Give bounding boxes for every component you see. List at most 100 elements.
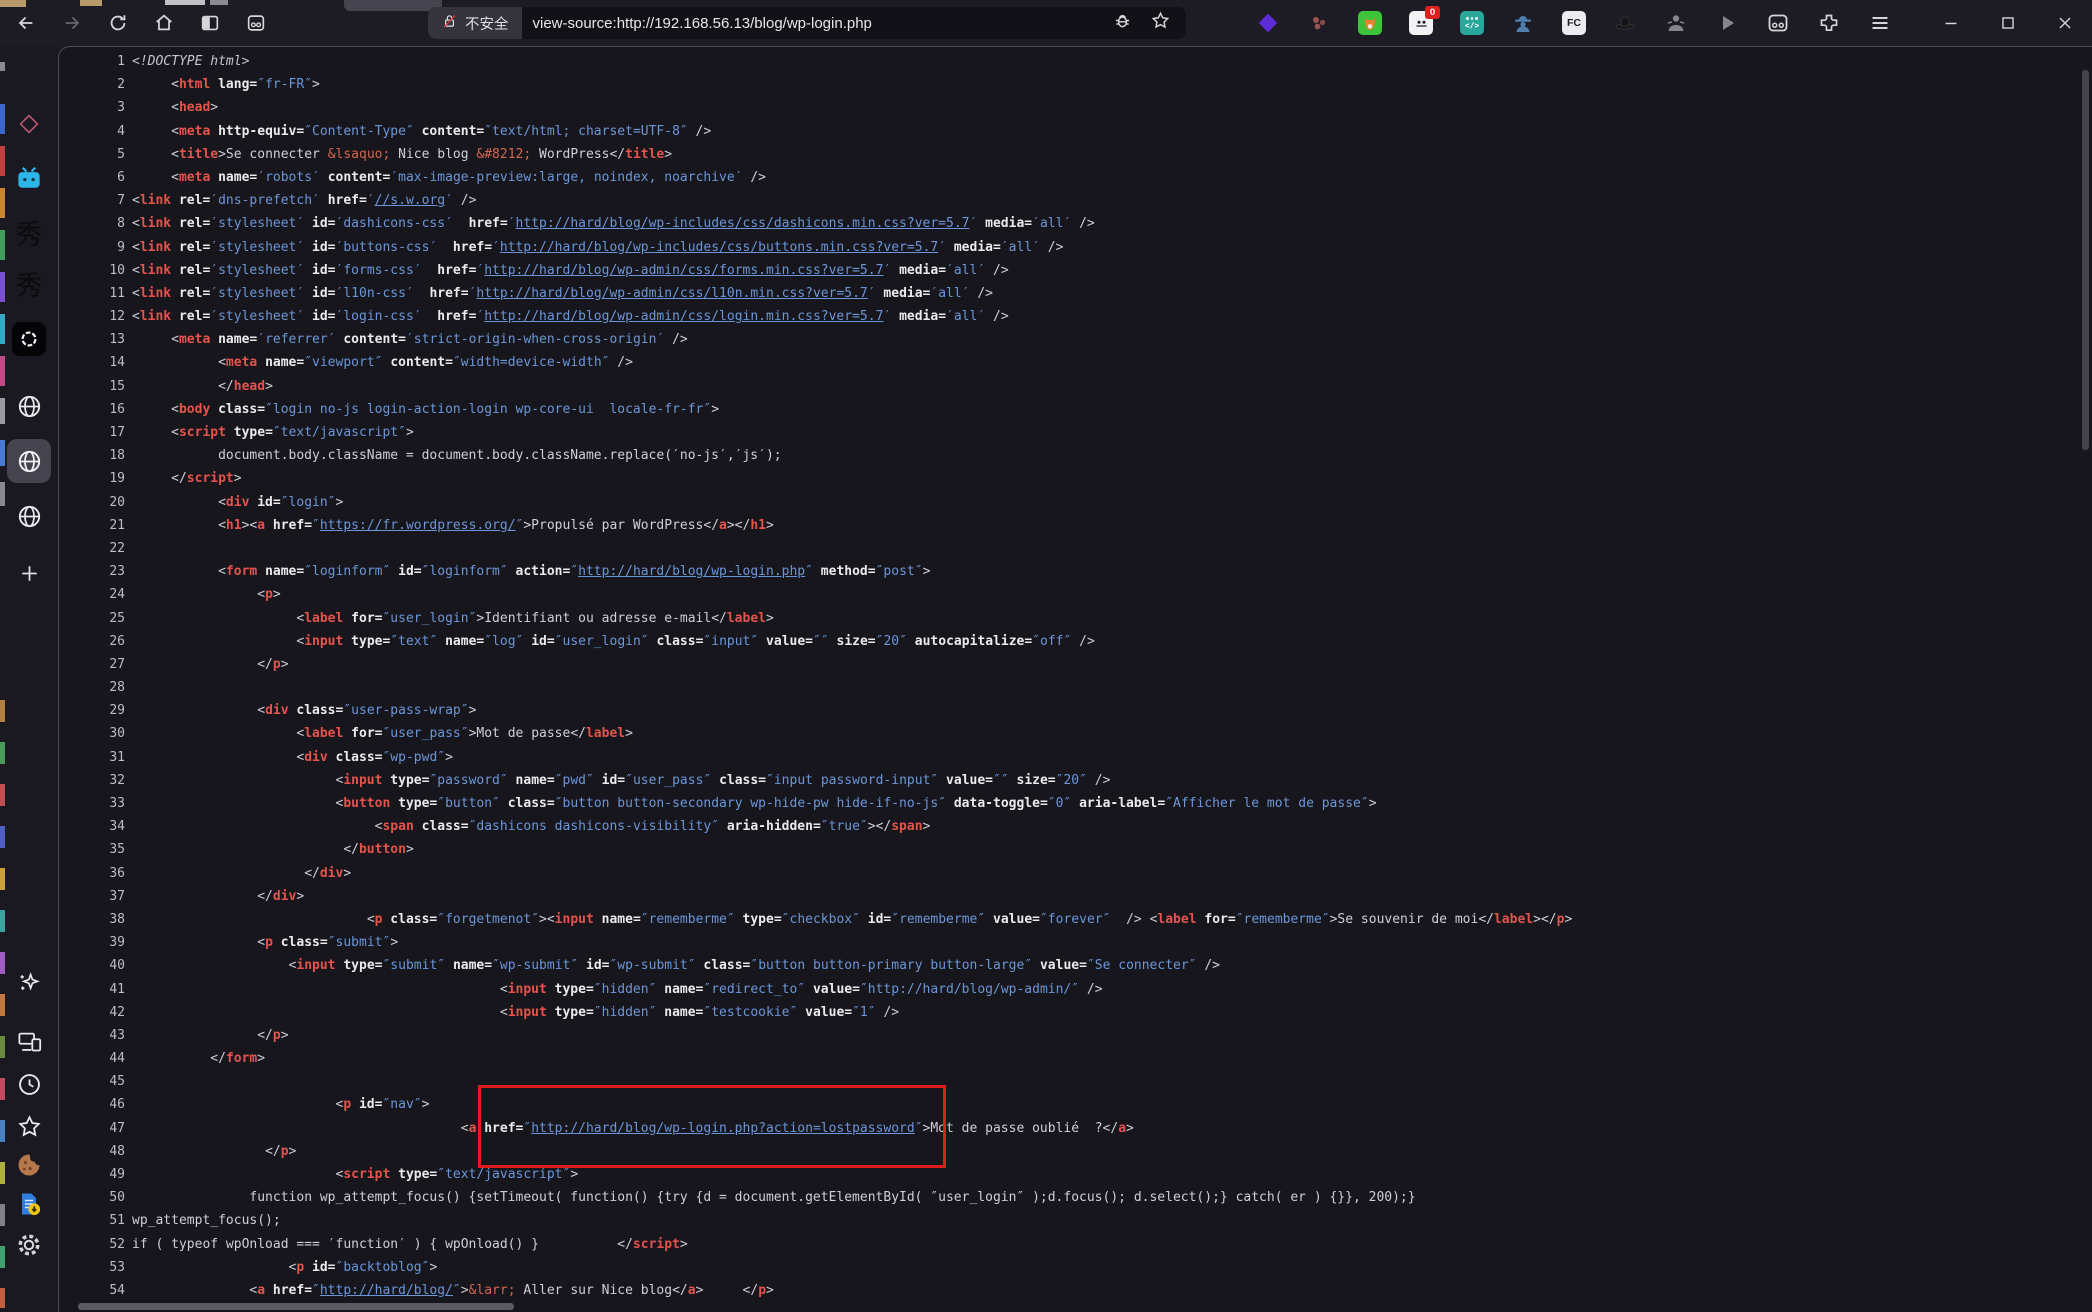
- source-line: 50 function wp_attempt_focus() {setTimeo…: [59, 1186, 2092, 1209]
- line-number: 46: [59, 1093, 132, 1116]
- source-line: 13 <meta name=′referrer′ content=′strict…: [59, 328, 2092, 351]
- source-line: 24 <p>: [59, 583, 2092, 606]
- favicon-sliver: [0, 104, 5, 134]
- source-line: 47 <a href=″http://hard/blog/wp-login.ph…: [59, 1117, 2092, 1140]
- ext-spy-icon[interactable]: [1511, 11, 1535, 35]
- source-line: 37 </div>: [59, 885, 2092, 908]
- bookmark-star-icon[interactable]: [1150, 10, 1171, 36]
- url-text[interactable]: view-source:http://192.168.56.13/blog/wp…: [533, 15, 872, 32]
- sidebar-history-icon[interactable]: [7, 1062, 51, 1106]
- line-number: 19: [59, 467, 132, 490]
- firefox-view-icon[interactable]: [1766, 11, 1790, 35]
- sidebar-tab-globe-1[interactable]: [7, 384, 51, 428]
- line-number: 52: [59, 1233, 132, 1256]
- source-line: 49 <script type=″text/javascript″>: [59, 1163, 2092, 1186]
- sidebar-bookmarks-icon[interactable]: [7, 1104, 51, 1148]
- ext-foxyproxy-icon[interactable]: 0: [1358, 11, 1382, 35]
- sidebar-devices-icon[interactable]: [7, 1019, 51, 1063]
- source-link[interactable]: http://hard/blog/: [320, 1283, 453, 1298]
- line-number: 28: [59, 676, 132, 699]
- line-number: 45: [59, 1070, 132, 1093]
- horizontal-scrollbar[interactable]: [78, 1303, 514, 1310]
- source-line: 36 </div>: [59, 862, 2092, 885]
- ext-wappalyzer-icon[interactable]: 0: [1409, 11, 1433, 35]
- line-number: 18: [59, 444, 132, 467]
- back-button[interactable]: [14, 7, 38, 39]
- source-line: 54 <a href=″http://hard/blog/″>&larr; Al…: [59, 1279, 2092, 1302]
- favicon-sliver: [0, 272, 5, 302]
- tabstrip-fragment: [0, 0, 26, 7]
- ext-paw-dots-icon[interactable]: [1307, 11, 1331, 35]
- browser-toolbar: 不安全 view-source:http://192.168.56.13/blo…: [0, 0, 2092, 46]
- security-chip[interactable]: 不安全: [428, 7, 522, 39]
- source-link[interactable]: http://hard/blog/wp-login.php: [578, 564, 805, 579]
- ext-play-icon[interactable]: [1715, 11, 1739, 35]
- line-number: 32: [59, 769, 132, 792]
- source-line: 27 </p>: [59, 653, 2092, 676]
- sidebar-settings-gear-icon[interactable]: [7, 1223, 51, 1267]
- line-number: 3: [59, 96, 132, 119]
- sidebar-cookie-icon[interactable]: [7, 1143, 51, 1187]
- source-line: 53 <p id=″backtoblog″>: [59, 1256, 2092, 1279]
- vertical-tab-sidebar: 秀 秀: [0, 46, 58, 1312]
- source-line: 46 <p id=″nav″>: [59, 1093, 2092, 1116]
- source-line: 12<link rel=′stylesheet′ id=′login-css′ …: [59, 305, 2092, 328]
- line-number: 12: [59, 305, 132, 328]
- source-link[interactable]: https://fr.wordpress.org/: [320, 518, 516, 533]
- forward-button[interactable]: [60, 7, 84, 39]
- maximize-button[interactable]: [1979, 0, 2036, 46]
- favicon-sliver: [0, 784, 5, 806]
- ext-code-tools-icon[interactable]: </>: [1460, 11, 1484, 35]
- minimize-button[interactable]: [1922, 0, 1979, 46]
- menu-hamburger-icon[interactable]: [1868, 11, 1892, 35]
- line-number: 31: [59, 746, 132, 769]
- source-link[interactable]: http://hard/blog/wp-includes/css/dashico…: [516, 216, 970, 231]
- ext-purple-diamond-icon[interactable]: [1256, 11, 1280, 35]
- source-link[interactable]: http://hard/blog/wp-admin/css/l10n.min.c…: [476, 286, 867, 301]
- source-link[interactable]: //s.w.org: [375, 193, 445, 208]
- address-bar[interactable]: 不安全 view-source:http://192.168.56.13/blo…: [428, 7, 1186, 39]
- favicon-sliver: [0, 910, 5, 932]
- source-line: 2 <html lang=″fr-FR″>: [59, 73, 2092, 96]
- sidebar-xiu-app-icon[interactable]: 秀: [7, 213, 51, 257]
- line-number: 50: [59, 1186, 132, 1209]
- line-number: 9: [59, 236, 132, 259]
- source-link[interactable]: http://hard/blog/wp-admin/css/login.min.…: [484, 309, 883, 324]
- source-line: 29 <div class=″user-pass-wrap″>: [59, 699, 2092, 722]
- line-number: 51: [59, 1209, 132, 1232]
- line-number: 37: [59, 885, 132, 908]
- source-line: 18 document.body.className = document.bo…: [59, 444, 2092, 467]
- close-button[interactable]: [2036, 0, 2092, 46]
- sidebar-tab-globe-3[interactable]: [7, 494, 51, 538]
- vertical-scrollbar[interactable]: [2082, 70, 2089, 450]
- source-line: 34 <span class=″dashicons dashicons-visi…: [59, 815, 2092, 838]
- sidebar-xiu-app-icon-2[interactable]: 秀: [7, 264, 51, 308]
- line-number: 41: [59, 978, 132, 1001]
- tab-group-icon[interactable]: [244, 7, 268, 39]
- split-view-icon[interactable]: [198, 7, 222, 39]
- ext-wizard-icon[interactable]: [1664, 11, 1688, 35]
- source-link[interactable]: http://hard/blog/wp-includes/css/buttons…: [500, 240, 938, 255]
- new-tab-button[interactable]: [7, 551, 51, 595]
- source-line: 8<link rel=′stylesheet′ id=′dashicons-cs…: [59, 212, 2092, 235]
- sidebar-tab-globe-active[interactable]: [7, 439, 51, 483]
- ext-fc-icon[interactable]: FC: [1562, 11, 1586, 35]
- line-number: 49: [59, 1163, 132, 1186]
- sidebar-download-doc-icon[interactable]: [7, 1182, 51, 1226]
- home-button[interactable]: [152, 7, 176, 39]
- sidebar-bilibili-icon[interactable]: [7, 157, 51, 201]
- line-number: 29: [59, 699, 132, 722]
- source-line: 52if ( typeof wpOnload === ′function′ ) …: [59, 1233, 2092, 1256]
- reload-button[interactable]: [106, 7, 130, 39]
- extensions-row: 0 0 </> FC: [1256, 7, 1892, 39]
- sidebar-ai-sparkle-icon[interactable]: [7, 960, 51, 1004]
- extensions-puzzle-icon[interactable]: [1817, 11, 1841, 35]
- line-number: 42: [59, 1001, 132, 1024]
- source-link[interactable]: http://hard/blog/wp-admin/css/forms.min.…: [484, 263, 883, 278]
- ext-black-hat-icon[interactable]: [1613, 11, 1637, 35]
- sidebar-diamond-icon[interactable]: [7, 102, 51, 146]
- line-number: 38: [59, 908, 132, 931]
- debugger-bug-icon[interactable]: [1112, 10, 1133, 36]
- sidebar-chatgpt-icon[interactable]: [7, 317, 51, 361]
- line-number: 6: [59, 166, 132, 189]
